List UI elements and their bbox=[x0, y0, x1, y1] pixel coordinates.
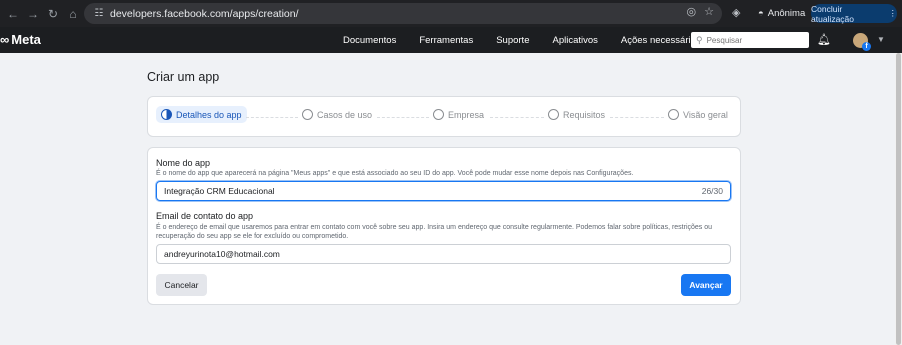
star-icon[interactable]: ☆ bbox=[704, 5, 714, 18]
facebook-badge-icon: f bbox=[862, 42, 871, 51]
search-box[interactable]: ⚲ bbox=[691, 32, 809, 48]
step-requisitos[interactable]: Requisitos bbox=[548, 109, 605, 120]
step-label: Empresa bbox=[448, 109, 485, 120]
extensions-icon[interactable]: ◈ bbox=[732, 6, 740, 19]
reload-icon[interactable]: ↻ bbox=[43, 4, 63, 24]
progress-steps: Detalhes do app Casos de uso Empresa Req… bbox=[147, 96, 741, 137]
profile-label: Anônima bbox=[767, 8, 806, 19]
app-name-label: Nome do app bbox=[156, 158, 211, 168]
step-connector bbox=[246, 117, 298, 118]
back-arrow-icon[interactable]: ← bbox=[3, 4, 23, 24]
home-icon[interactable]: ⌂ bbox=[63, 4, 83, 24]
url-text: developers.facebook.com/apps/creation/ bbox=[110, 7, 299, 20]
avatar[interactable]: f bbox=[853, 33, 871, 51]
step-connector bbox=[490, 117, 544, 118]
update-label: Concluir atualização bbox=[811, 3, 855, 24]
step-label: Detalhes do app bbox=[176, 109, 242, 120]
app-name-value: Integração CRM Educacional bbox=[164, 186, 275, 196]
step-detalhes-do-app[interactable]: Detalhes do app bbox=[156, 106, 247, 123]
app-name-field[interactable]: Integração CRM Educacional 26/30 bbox=[156, 181, 731, 201]
notifications-bell-icon[interactable]: 🔔︎ bbox=[817, 33, 831, 46]
browser-toolbar: ← → ↻ ⌂ ☷ developers.facebook.com/apps/c… bbox=[0, 0, 902, 27]
step-visao-geral[interactable]: Visão geral bbox=[668, 109, 728, 120]
menu-item-documentos[interactable]: Documentos bbox=[343, 35, 396, 46]
site-settings-icon[interactable]: ☷ bbox=[88, 8, 110, 19]
chevron-down-icon[interactable]: ▼ bbox=[877, 35, 885, 44]
menu-item-acoes-necessarias[interactable]: Ações necessárias bbox=[621, 35, 701, 46]
app-details-form: Nome do app É o nome do app que aparecer… bbox=[147, 147, 741, 305]
email-value: andreyurinota10@hotmail.com bbox=[164, 249, 280, 259]
email-help: É o endereço de email que usaremos para … bbox=[156, 224, 713, 240]
page-scrollbar[interactable] bbox=[895, 53, 902, 345]
char-counter: 26/30 bbox=[701, 186, 723, 196]
search-input[interactable] bbox=[706, 35, 802, 45]
email-field[interactable]: andreyurinota10@hotmail.com bbox=[156, 244, 731, 264]
meta-logo[interactable]: ∞ Meta bbox=[0, 32, 41, 47]
main-menu: Documentos Ferramentas Suporte Aplicativ… bbox=[343, 27, 724, 53]
meta-infinity-icon: ∞ bbox=[0, 32, 10, 47]
forward-arrow-icon[interactable]: → bbox=[23, 4, 43, 24]
step-empresa[interactable]: Empresa bbox=[433, 109, 484, 120]
menu-item-aplicativos[interactable]: Aplicativos bbox=[552, 35, 597, 46]
circle-icon bbox=[668, 109, 679, 120]
menu-item-suporte[interactable]: Suporte bbox=[496, 35, 529, 46]
circle-icon bbox=[548, 109, 559, 120]
step-connector bbox=[377, 117, 429, 118]
next-button[interactable]: Avançar bbox=[681, 274, 731, 296]
page-title: Criar um app bbox=[147, 70, 220, 84]
step-connector bbox=[610, 117, 664, 118]
incognito-profile-button[interactable]: ◓ Anônima bbox=[752, 4, 811, 23]
update-button[interactable]: Concluir atualização ⋮ bbox=[811, 3, 898, 24]
step-label: Requisitos bbox=[563, 109, 606, 120]
email-label: Email de contato do app bbox=[156, 211, 254, 221]
menu-item-ferramentas[interactable]: Ferramentas bbox=[419, 35, 473, 46]
search-icon: ⚲ bbox=[696, 34, 703, 45]
step-casos-de-uso[interactable]: Casos de uso bbox=[302, 109, 372, 120]
meta-topbar: ∞ Meta Documentos Ferramentas Suporte Ap… bbox=[0, 27, 902, 53]
circle-icon bbox=[302, 109, 313, 120]
meta-logo-text: Meta bbox=[11, 32, 41, 47]
step-label: Casos de uso bbox=[317, 109, 373, 120]
address-bar[interactable]: ☷ developers.facebook.com/apps/creation/… bbox=[84, 3, 722, 24]
eye-off-icon[interactable]: ◎ bbox=[687, 5, 697, 18]
cancel-button[interactable]: Cancelar bbox=[156, 274, 207, 296]
half-circle-icon bbox=[161, 109, 172, 120]
more-vert-icon: ⋮ bbox=[888, 8, 898, 18]
app-name-help: É o nome do app que aparecerá na página … bbox=[156, 170, 634, 177]
step-label: Visão geral bbox=[683, 109, 728, 120]
incognito-icon: ◓ bbox=[758, 8, 764, 19]
circle-icon bbox=[433, 109, 444, 120]
scrollbar-thumb[interactable] bbox=[896, 53, 901, 345]
